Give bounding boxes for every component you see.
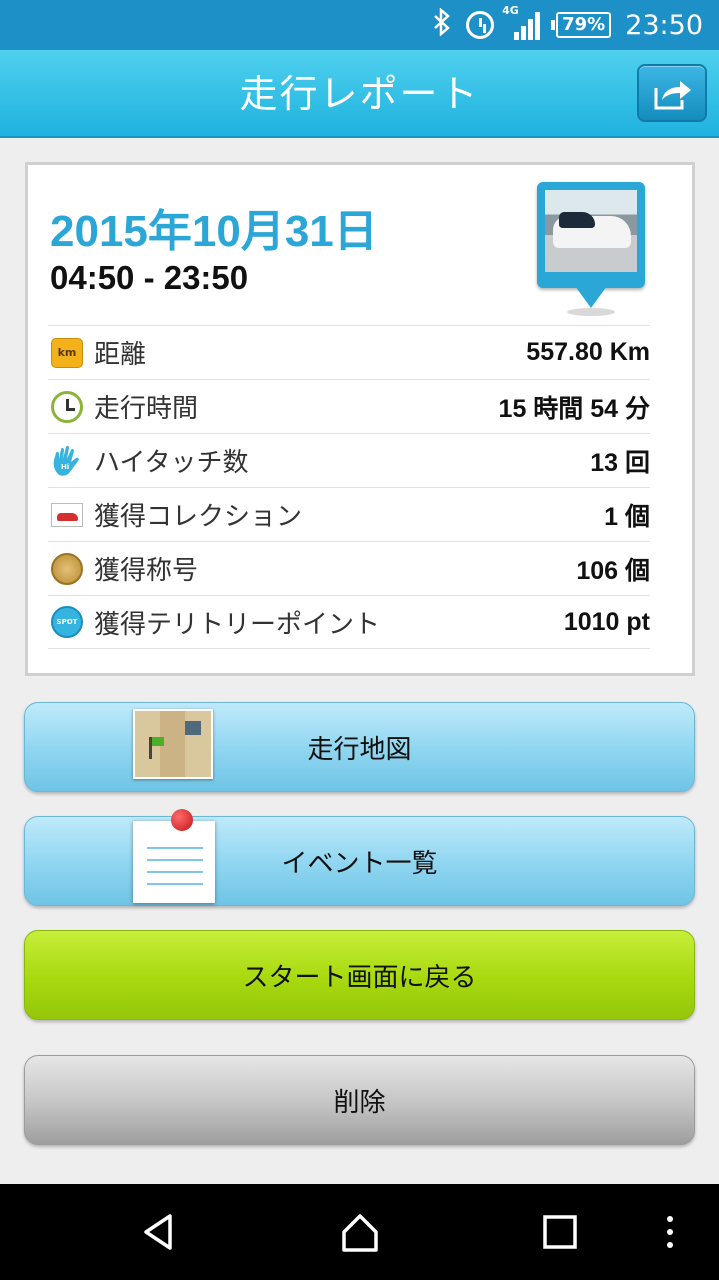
photo-pin[interactable] — [537, 182, 647, 317]
app-header: 走行レポート — [0, 50, 719, 138]
system-nav-bar — [0, 1184, 719, 1280]
stat-row-collection: 獲得コレクション 1 個 — [48, 487, 650, 541]
stat-label: 獲得称号 — [94, 556, 199, 586]
delete-label: 削除 — [333, 1087, 386, 1118]
stat-label: 走行時間 — [94, 394, 199, 424]
stat-value: 13 回 — [590, 448, 650, 477]
network-type: 4G — [502, 4, 519, 17]
car-icon — [51, 502, 83, 527]
share-icon — [654, 81, 691, 110]
recents-icon[interactable] — [530, 1202, 590, 1262]
stat-label: 距離 — [94, 340, 147, 370]
battery-level: 79% — [562, 14, 606, 35]
stat-value: 1 個 — [604, 502, 650, 531]
battery-icon: 79% — [551, 12, 612, 38]
drive-map-label: 走行地図 — [307, 734, 412, 765]
stat-label: 獲得コレクション — [94, 502, 303, 532]
memo-icon — [133, 809, 215, 903]
stat-row-titles: 獲得称号 106 個 — [48, 541, 650, 595]
signal-icon: 4G — [502, 4, 542, 40]
alarm-icon — [466, 11, 495, 39]
svg-text:Hi: Hi — [61, 463, 69, 471]
delete-button[interactable]: 削除 — [24, 1055, 695, 1145]
page-title: 走行レポート — [239, 72, 480, 116]
stat-value: 1010 pt — [563, 607, 650, 636]
event-list-label: イベント一覧 — [281, 848, 438, 879]
bluetooth-icon — [432, 6, 452, 43]
car-photo — [545, 190, 637, 272]
stat-value: 15 時間 54 分 — [498, 394, 650, 423]
stats-list: km 距離 557.80 Km 走行時間 15 時間 54 分 Hi ハイタッチ… — [48, 325, 650, 649]
report-date: 2015年10月31日 — [50, 207, 378, 256]
stat-label: 獲得テリトリーポイント — [94, 609, 381, 640]
stat-row-drive-time: 走行時間 15 時間 54 分 — [48, 379, 650, 433]
stat-row-high-touch: Hi ハイタッチ数 13 回 — [48, 433, 650, 487]
spot-icon: SPOT — [51, 606, 83, 638]
stat-row-distance: km 距離 557.80 Km — [48, 325, 650, 379]
back-to-start-button[interactable]: スタート画面に戻る — [24, 930, 695, 1020]
status-bar: 4G 79% 23:50 — [0, 0, 719, 50]
clock-icon — [51, 390, 83, 423]
back-to-start-label: スタート画面に戻る — [242, 962, 477, 993]
report-card: 2015年10月31日 04:50 - 23:50 km 距離 557.80 K… — [25, 162, 695, 676]
map-icon — [133, 709, 213, 779]
event-list-button[interactable]: イベント一覧 — [24, 809, 695, 906]
back-icon[interactable] — [130, 1202, 190, 1262]
km-icon: km — [51, 337, 83, 368]
stat-label: ハイタッチ数 — [94, 448, 249, 478]
report-time-range: 04:50 - 23:50 — [50, 259, 249, 296]
home-icon[interactable] — [330, 1202, 390, 1262]
drive-map-button[interactable]: 走行地図 — [24, 702, 695, 792]
medal-icon — [51, 552, 83, 585]
hand-icon: Hi — [53, 445, 79, 476]
stat-value: 106 個 — [576, 556, 650, 585]
menu-icon[interactable] — [650, 1202, 690, 1262]
clock-time: 23:50 — [625, 9, 703, 41]
stat-row-territory-points: SPOT 獲得テリトリーポイント 1010 pt — [48, 595, 650, 649]
stat-value: 557.80 Km — [526, 338, 650, 366]
share-button[interactable] — [637, 64, 707, 122]
